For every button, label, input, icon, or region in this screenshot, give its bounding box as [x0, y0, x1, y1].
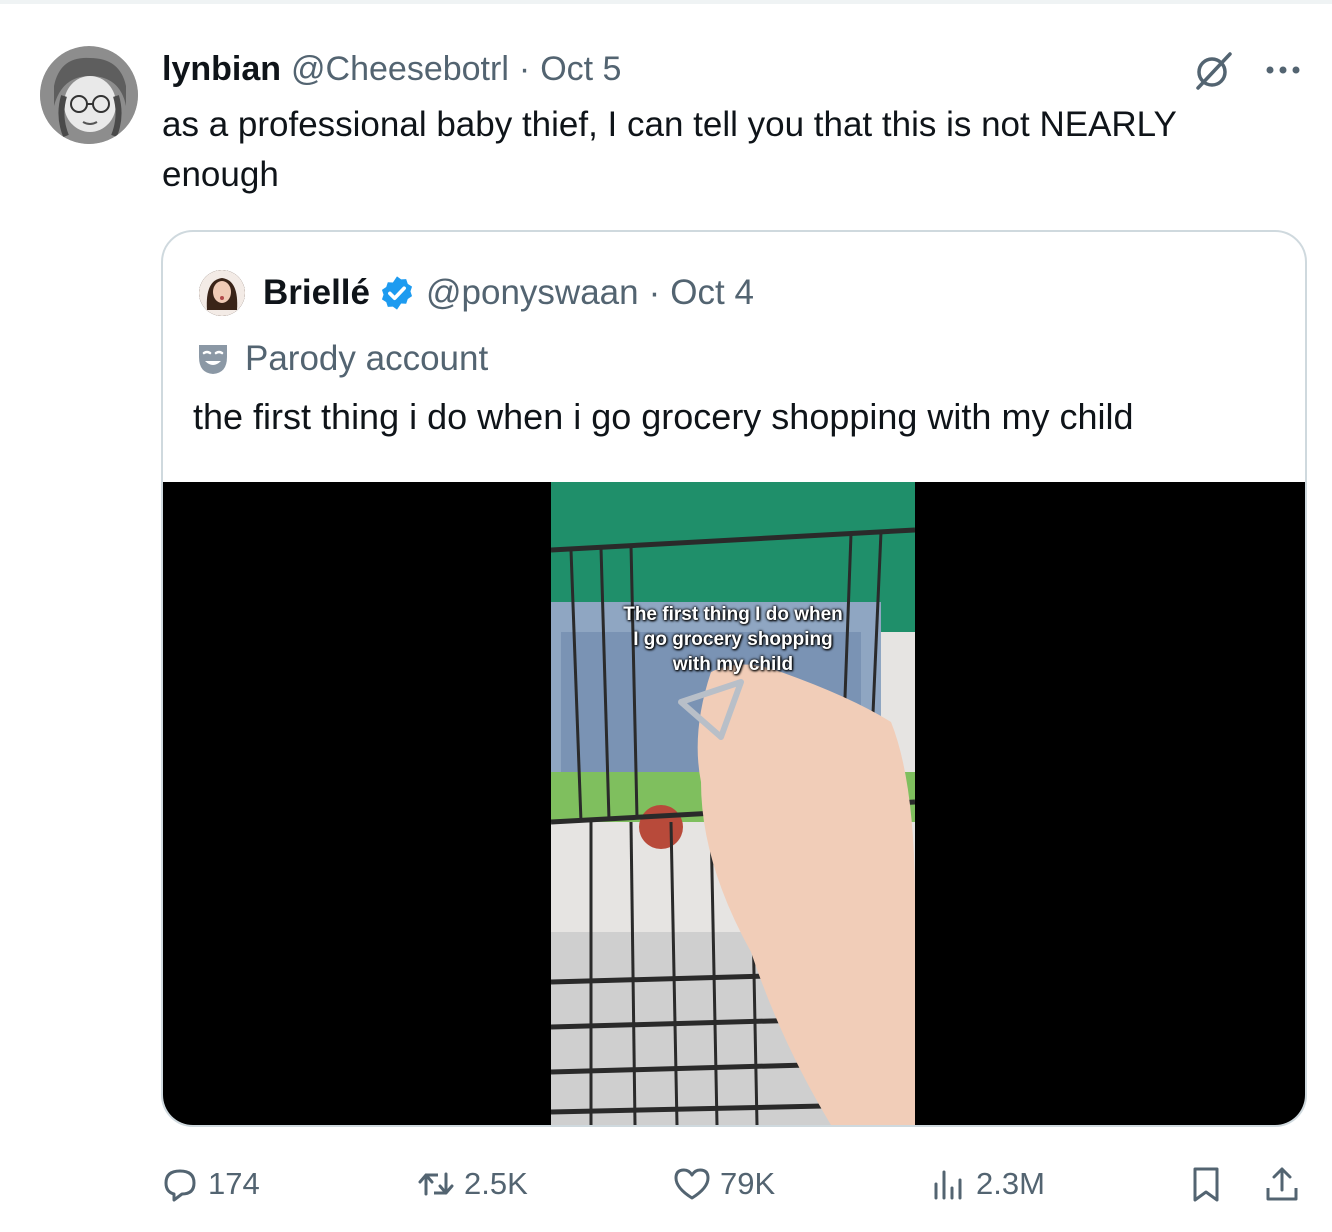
video-caption: The first thing I do when I go grocery s…: [551, 602, 915, 677]
avatar-icon: [40, 46, 138, 144]
author-avatar[interactable]: [40, 46, 138, 144]
quoted-date[interactable]: Oct 4: [670, 273, 754, 313]
header-separator: ·: [518, 49, 531, 88]
repost-button[interactable]: 2.5K: [416, 1156, 528, 1212]
reply-button[interactable]: 174: [160, 1156, 260, 1212]
grok-icon[interactable]: [1192, 50, 1234, 92]
tweet-text-line: as a professional baby thief, I can tell…: [162, 105, 1177, 144]
views-count: 2.3M: [976, 1166, 1045, 1201]
quoted-media[interactable]: The first thing I do when I go grocery s…: [163, 482, 1305, 1125]
reply-count: 174: [208, 1166, 260, 1201]
verified-badge-icon: [381, 276, 413, 310]
bookmark-button[interactable]: [1186, 1156, 1226, 1212]
quoted-separator: ·: [648, 273, 661, 312]
parody-label: Parody account: [195, 336, 488, 382]
parody-label-text: Parody account: [245, 339, 489, 378]
like-count: 79K: [720, 1166, 776, 1201]
views-button[interactable]: 2.3M: [928, 1156, 1045, 1212]
top-divider: [0, 0, 1332, 4]
caption-line: I go grocery shopping: [633, 629, 833, 650]
quoted-avatar[interactable]: [199, 270, 245, 316]
parody-mask-icon: [199, 345, 227, 374]
like-button[interactable]: 79K: [672, 1156, 775, 1212]
tweet-date[interactable]: Oct 5: [540, 50, 621, 89]
share-icon: [1266, 1167, 1298, 1201]
repost-icon: [418, 1172, 454, 1196]
action-bar: 174 2.5K 79K 2.3M: [0, 1156, 1332, 1212]
avatar-icon: [199, 270, 245, 316]
quoted-header: Briellé @ponyswaan · Oct 4: [263, 270, 754, 316]
quoted-text: the first thing i do when i go grocery s…: [193, 396, 1134, 437]
more-icon[interactable]: [1262, 60, 1304, 80]
tweet-text-line: enough: [162, 155, 279, 194]
quoted-handle[interactable]: @ponyswaan: [426, 273, 639, 313]
quoted-tweet[interactable]: Briellé @ponyswaan · Oct 4 Parody accoun…: [161, 230, 1307, 1127]
heart-icon: [674, 1168, 710, 1200]
bookmark-icon: [1193, 1167, 1219, 1202]
share-button[interactable]: [1262, 1156, 1302, 1212]
reply-icon: [164, 1169, 196, 1202]
caption-line: The first thing I do when: [623, 604, 843, 625]
author-name[interactable]: lynbian: [162, 50, 281, 89]
tweet-header: lynbian @Cheesebotrl · Oct 5: [162, 46, 621, 92]
repost-count: 2.5K: [464, 1166, 528, 1201]
video-thumbnail: [551, 482, 915, 1125]
quoted-author-name[interactable]: Briellé: [263, 273, 370, 313]
views-icon: [934, 1170, 962, 1200]
caption-line: with my child: [672, 654, 794, 675]
tweet-text: as a professional baby thief, I can tell…: [162, 100, 1302, 200]
author-handle[interactable]: @Cheesebotrl: [291, 50, 509, 89]
video-frame[interactable]: The first thing I do when I go grocery s…: [551, 482, 915, 1125]
